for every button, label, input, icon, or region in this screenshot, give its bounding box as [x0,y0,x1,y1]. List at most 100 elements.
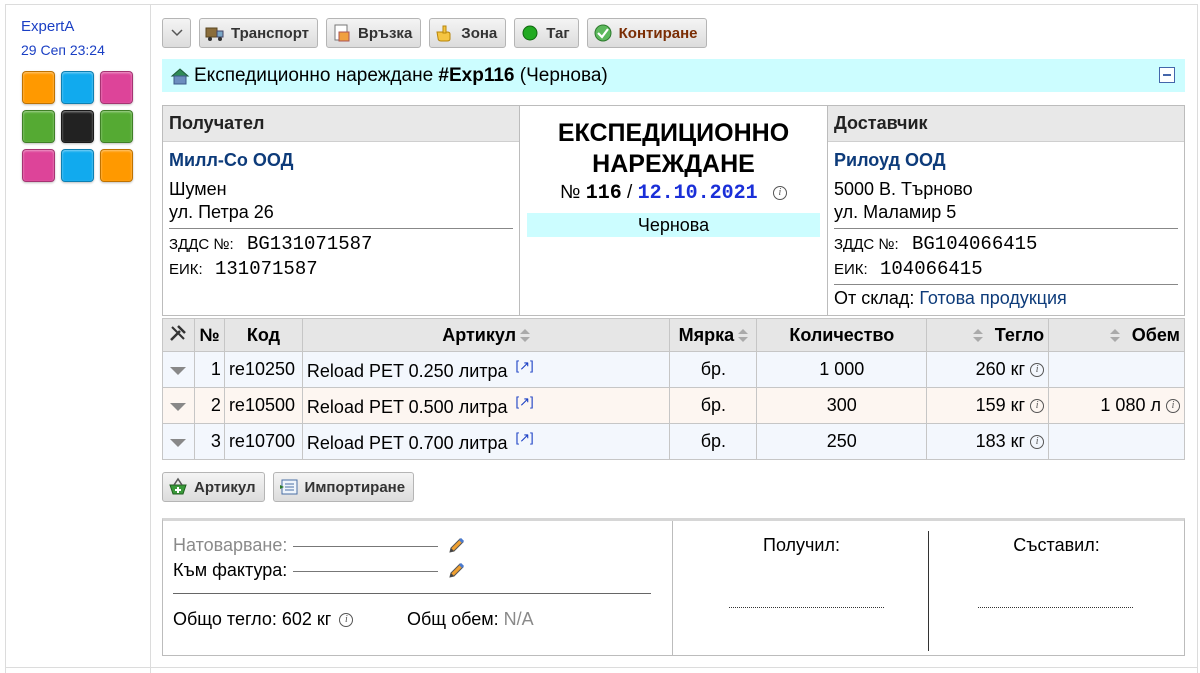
avatar-tile [61,149,94,182]
table-row[interactable]: 3 re10700 Reload PET 0.700 литра [↗] бр. 250 1… [162,423,1185,460]
avatar-tile [100,110,133,143]
weight-header[interactable]: Тегло [926,318,1050,352]
zone-label: Зона [461,24,498,42]
contiring-label: Контиране [618,24,698,42]
external-link-icon[interactable]: [↗] [516,394,534,409]
quantity-header: Количество [756,318,928,352]
recipient-name-link[interactable]: Милл-Со ООД [169,150,294,171]
document-main-title: ЕКСПЕДИЦИОННО НАРЕЖДАНЕ [520,118,827,180]
status-badge: Чернова [527,213,820,237]
recipient-eik: 131071587 [215,258,318,280]
compiled-label: Съставил: [1013,535,1100,555]
row-weight: 159 кг i [926,387,1050,424]
row-num: 2 [193,387,225,424]
items-table: № Код Артикул Мярка Количество Тегло Обе… [162,318,1185,460]
info-icon[interactable]: i [1030,435,1045,450]
received-signature-line [729,607,884,608]
sort-icon[interactable] [972,328,983,343]
transport-button[interactable]: Транспорт [199,18,319,48]
supplier-vat: BG104066415 [912,233,1038,255]
total-volume-label: Общ обем: [407,609,499,629]
weight-header-label: Тегло [994,324,1045,345]
recipient-eik-label: ЕИК: [169,261,203,278]
info-icon[interactable]: i [1030,363,1045,378]
received-label: Получил: [763,535,840,555]
row-article: Reload PET 0.700 литра [↗] [301,423,671,460]
pencil-icon[interactable] [447,537,465,555]
document-date: 12.10.2021 [637,182,758,205]
row-article-name: Reload PET 0.500 литра [306,396,508,417]
invoice-label: Към фактура: [173,560,288,580]
info-icon[interactable]: i [339,613,354,628]
total-volume-row: Общ обем: N/A [407,609,534,630]
zone-button[interactable]: Зона [429,18,507,48]
supplier-city: 5000 В. Търново [834,179,973,199]
add-article-button[interactable]: Артикул [162,472,265,502]
row-weight: 260 кг i [926,351,1050,388]
supplier-separator-2 [834,284,1178,285]
tag-button[interactable]: Таг [514,18,579,48]
article-header-label: Артикул [442,324,517,345]
table-header-row: № Код Артикул Мярка Количество Тегло Обе… [162,318,1185,352]
row-menu-icon[interactable] [170,439,187,447]
recipient-city: Шумен [169,179,227,199]
info-icon[interactable]: i [772,185,787,200]
sort-icon[interactable] [1109,328,1120,343]
table-row[interactable]: 1 re10250 Reload PET 0.250 литра [↗] бр. 1 00… [162,351,1185,388]
table-row[interactable]: 2 re10500 Reload PET 0.500 литра [↗] бр. 300 1… [162,387,1185,424]
number-label: № [560,182,581,203]
invoice-row: Към фактура: [173,560,465,581]
document-title: Експедиционно нареждане [194,64,434,86]
info-icon[interactable]: i [1166,399,1180,414]
supplier-name-link[interactable]: Рилоуд ООД [834,150,946,171]
import-button[interactable]: Импортиране [272,472,415,502]
row-volume: 1 080 л i [1048,387,1185,424]
loading-label: Натоварване: [173,535,288,555]
contiring-button[interactable]: Контиране [586,18,707,48]
document-link-icon [334,24,350,42]
check-circle-icon [594,24,612,42]
row-menu-icon[interactable] [170,367,187,375]
supplier-store-line: От склад: Готова продукция [834,288,1067,309]
row-menu-cell[interactable] [162,351,195,388]
compiled-signature-line [978,607,1133,608]
toolbar: Транспорт Връзка Зона Таг Контиране [162,18,707,48]
pencil-icon[interactable] [447,562,465,580]
avatar-tile [100,71,133,104]
store-link[interactable]: Готова продукция [919,288,1066,308]
number-slash: / [627,182,633,203]
more-dropdown-button[interactable] [162,18,191,48]
total-weight-value: 602 кг [281,609,332,629]
title-line-2: НАРЕЖДАНЕ [592,150,755,178]
row-article-name: Reload PET 0.700 литра [306,432,508,453]
sort-icon[interactable] [738,328,749,343]
link-label: Връзка [358,24,413,42]
measure-header[interactable]: Мярка [669,318,758,352]
row-menu-icon[interactable] [170,403,187,411]
external-link-icon[interactable]: [↗] [516,430,534,445]
row-menu-cell[interactable] [162,387,195,424]
total-volume-value: N/A [503,609,534,629]
import-label: Импортиране [304,478,406,496]
link-button[interactable]: Връзка [326,18,422,48]
supplier-vat-label: ЗДДС №: [834,236,899,253]
external-link-icon[interactable]: [↗] [516,358,534,373]
row-weight-value: 159 кг [975,395,1026,415]
article-header[interactable]: Артикул [301,318,671,352]
total-weight-label: Общо тегло: [173,609,277,629]
info-icon[interactable]: i [1030,399,1045,414]
recipient-panel: Получател Милл-Со ООД Шумен ул. Петра 26… [163,106,520,315]
tag-label: Таг [546,24,570,42]
volume-header[interactable]: Обем [1048,318,1185,352]
chevron-down-icon [170,29,183,37]
document-number: 116 [585,182,622,205]
invoice-line [293,570,439,572]
compiled-signature: Съставил: [929,521,1184,656]
row-menu-cell[interactable] [162,423,195,460]
tools-header[interactable] [162,318,195,352]
author-link[interactable]: ExpertA [21,18,74,35]
sort-icon[interactable] [520,328,531,343]
import-icon [279,479,298,495]
row-volume-value: 1 080 л [1100,395,1161,415]
collapse-button[interactable] [1159,67,1175,83]
